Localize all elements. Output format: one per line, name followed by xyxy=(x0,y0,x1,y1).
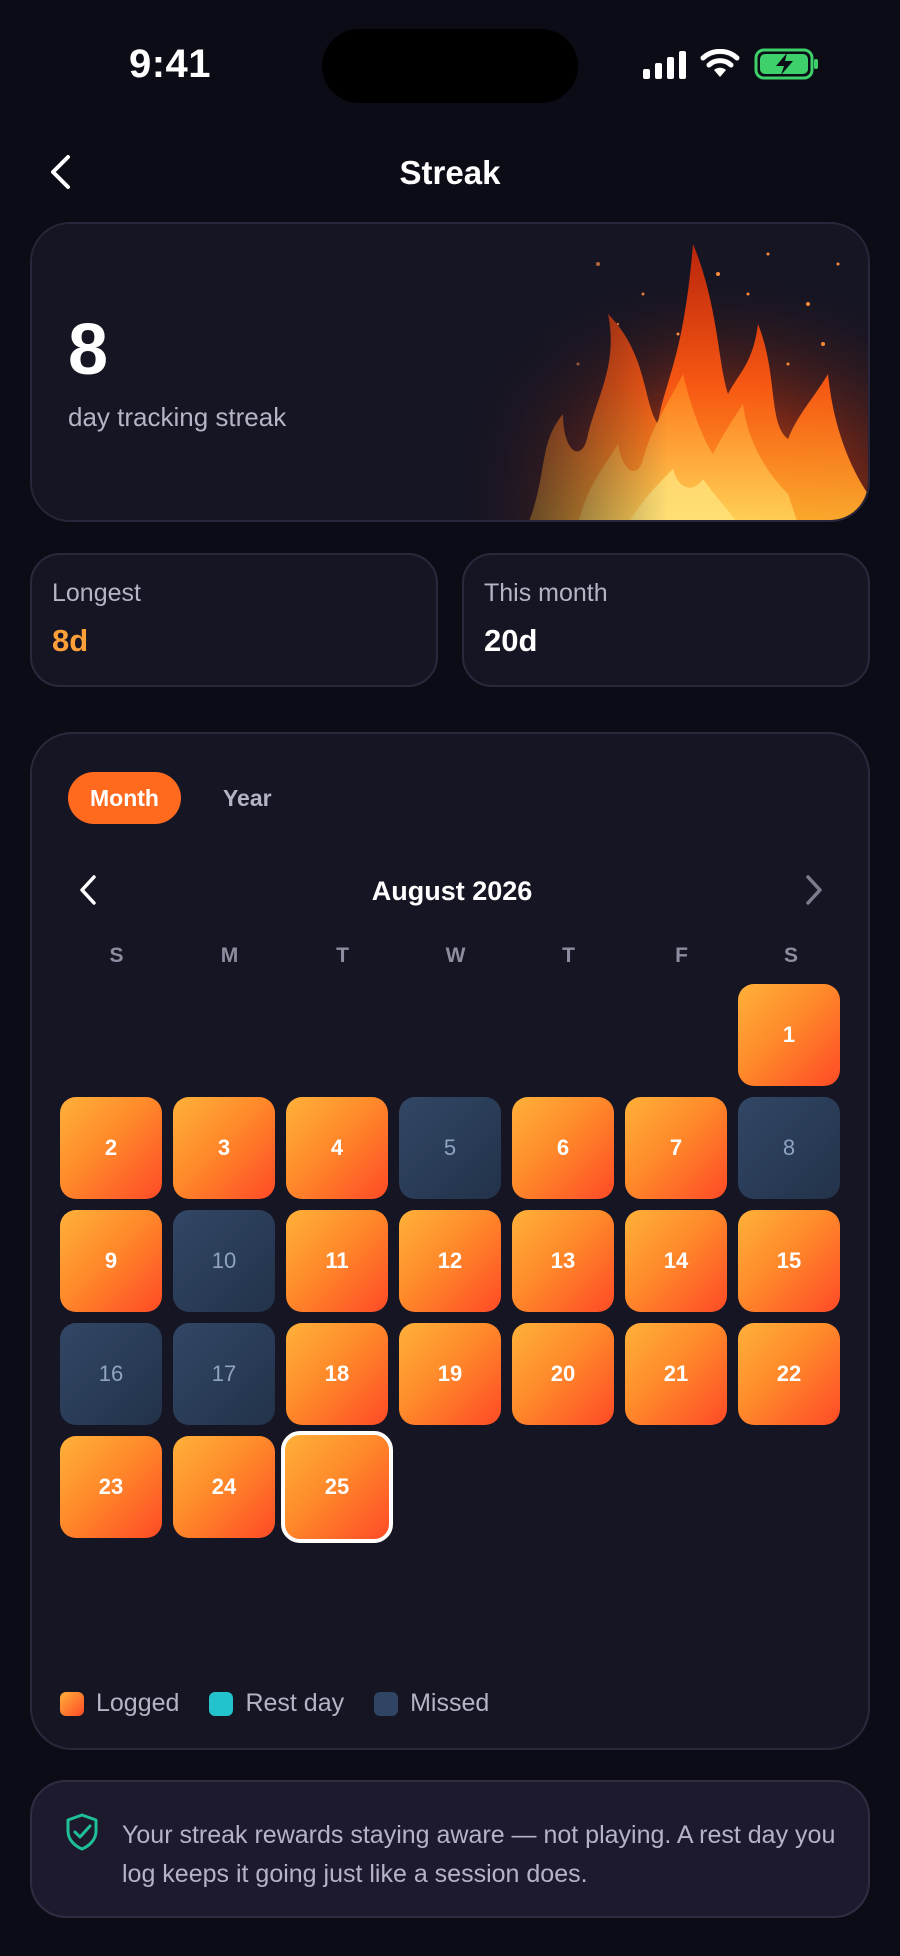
calendar-day[interactable]: 18 xyxy=(286,1323,388,1425)
tab-year[interactable]: Year xyxy=(201,772,294,824)
status-bar: 9:41 xyxy=(0,0,900,120)
legend-swatch-rest-day xyxy=(209,1691,234,1716)
longest-label: Longest xyxy=(52,579,141,607)
hero-fade xyxy=(428,224,668,520)
calendar-day[interactable]: 13 xyxy=(512,1210,614,1312)
legend-rest-day: Rest day xyxy=(209,1689,344,1718)
calendar-day[interactable]: 17 xyxy=(173,1323,275,1425)
view-toggle: Month Year xyxy=(68,772,294,824)
weekday-label: T xyxy=(336,944,349,967)
calendar-day[interactable]: 11 xyxy=(286,1210,388,1312)
calendar-day[interactable]: 10 xyxy=(173,1210,275,1312)
next-month-button[interactable] xyxy=(792,868,836,912)
calendar-day[interactable]: 22 xyxy=(738,1323,840,1425)
legend-label: Rest day xyxy=(245,1689,345,1717)
calendar-blank xyxy=(286,984,388,1086)
weekday-label: M xyxy=(220,944,239,967)
weekday-label: S xyxy=(783,944,798,967)
calendar-blank xyxy=(60,984,162,1086)
longest-streak-card: Longest 8d xyxy=(30,553,438,687)
calendar-day[interactable]: 8 xyxy=(738,1097,840,1199)
streak-info-text: Your streak rewards staying aware — not … xyxy=(122,1821,836,1888)
weekday-label: T xyxy=(562,944,575,967)
streak-hero-card: 8 day tracking streak xyxy=(30,222,870,522)
legend-label: Missed xyxy=(410,1689,490,1717)
battery-charging-icon xyxy=(754,48,818,80)
calendar-blank xyxy=(173,984,275,1086)
longest-value: 8d xyxy=(52,623,89,658)
legend-swatch-logged xyxy=(60,1691,84,1716)
calendar-day[interactable]: 7 xyxy=(625,1097,727,1199)
calendar-grid: 1 2 3 4 5 6 7 8 9 10 11 12 13 14 15 16 17 18 19 20 21 22 23 24 2… xyxy=(60,984,850,1543)
this-month-value: 20d xyxy=(484,623,538,658)
calendar-legend: Logged Rest day Missed xyxy=(60,1689,489,1718)
month-label: August 2026 xyxy=(371,876,533,906)
shield-check-icon xyxy=(66,1813,98,1851)
status-icons xyxy=(643,48,820,80)
page-title: Streak xyxy=(399,154,501,191)
calendar-day-today[interactable]: 25 xyxy=(281,1431,393,1543)
calendar-day[interactable]: 1 xyxy=(738,984,840,1086)
nav-bar: Streak xyxy=(0,140,900,204)
chevron-right-icon xyxy=(806,875,822,905)
calendar-blank xyxy=(399,984,501,1086)
streak-info-card: Your streak rewards staying aware — not … xyxy=(30,1780,870,1918)
weekday-label: S xyxy=(109,944,124,967)
streak-label: day tracking streak xyxy=(68,402,287,432)
weekday-header: S M T W T F S xyxy=(60,944,844,968)
legend-missed: Missed xyxy=(374,1689,489,1718)
calendar-day[interactable]: 12 xyxy=(399,1210,501,1312)
dynamic-island xyxy=(322,29,578,103)
calendar-day[interactable]: 24 xyxy=(173,1436,275,1538)
calendar-day[interactable]: 4 xyxy=(286,1097,388,1199)
calendar-day[interactable]: 6 xyxy=(512,1097,614,1199)
calendar-day[interactable]: 3 xyxy=(173,1097,275,1199)
cellular-signal-icon xyxy=(643,49,686,79)
calendar-day[interactable]: 23 xyxy=(60,1436,162,1538)
legend-logged: Logged xyxy=(60,1689,179,1718)
this-month-label: This month xyxy=(484,579,608,607)
month-navigation: August 2026 xyxy=(32,864,872,914)
legend-swatch-missed xyxy=(374,1691,399,1716)
tab-month[interactable]: Month xyxy=(68,772,181,824)
calendar-day[interactable]: 9 xyxy=(60,1210,162,1312)
calendar-day[interactable]: 20 xyxy=(512,1323,614,1425)
calendar-blank xyxy=(625,984,727,1086)
calendar-day[interactable]: 2 xyxy=(60,1097,162,1199)
calendar-blank xyxy=(512,984,614,1086)
streak-count: 8 xyxy=(68,310,109,390)
calendar-day[interactable]: 5 xyxy=(399,1097,501,1199)
calendar-day[interactable]: 16 xyxy=(60,1323,162,1425)
weekday-label: F xyxy=(675,944,688,967)
calendar-day[interactable]: 15 xyxy=(738,1210,840,1312)
status-time: 9:41 xyxy=(128,42,212,86)
calendar-card: Month Year August 2026 S M T W T F S 123… xyxy=(30,732,870,1750)
this-month-card: This month 20d xyxy=(462,553,870,687)
calendar-day[interactable]: 19 xyxy=(399,1323,501,1425)
calendar-day[interactable]: 21 xyxy=(625,1323,727,1425)
wifi-icon xyxy=(700,49,740,77)
weekday-label: W xyxy=(445,944,466,967)
legend-label: Logged xyxy=(96,1689,180,1717)
calendar-day[interactable]: 14 xyxy=(625,1210,727,1312)
